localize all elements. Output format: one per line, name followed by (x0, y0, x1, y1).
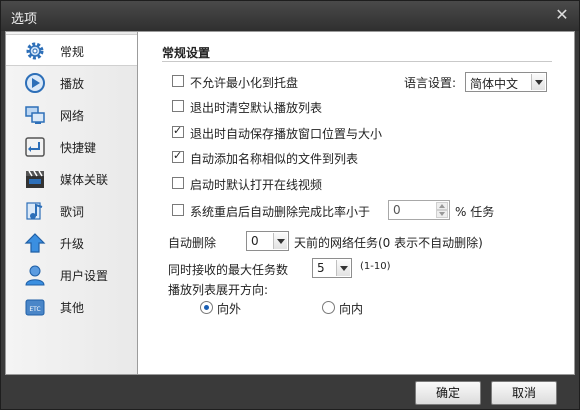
upgrade-arrow-icon (24, 233, 46, 253)
option-checkbox-save-window-position[interactable] (172, 124, 184, 138)
sidebar-item-network[interactable]: 网络 (6, 99, 137, 131)
playlist-direction-label: 播放列表展开方向: (168, 283, 269, 297)
user-icon (25, 265, 45, 286)
auto-delete-ratio-label: 系统重启后自动删除完成比率小于 (190, 205, 371, 219)
option-label: 退出时自动保存播放窗口位置与大小 (190, 127, 383, 141)
keyboard-enter-icon (25, 137, 45, 157)
sidebar-item-general[interactable]: 常规 (6, 34, 137, 66)
general-settings-panel: 常规设置 不允许最小化到托盘 语言设置: 简体中文 退出时清空默认播放列表 退出… (138, 32, 574, 374)
stepper-up-icon[interactable] (436, 202, 448, 210)
etc-icon: ETC (25, 299, 45, 316)
section-divider (162, 61, 552, 62)
close-icon[interactable]: ✕ (553, 6, 571, 24)
max-tasks-label: 同时接收的最大任务数 (168, 263, 289, 277)
chevron-down-icon[interactable] (531, 74, 545, 90)
option-label: 不允许最小化到托盘 (190, 76, 299, 90)
dialog-content: 常规 播放 网络 快捷键 媒体关联 歌词 升级 用户设置 ETC 其他 常规设置… (5, 31, 575, 375)
sidebar-item-upgrade[interactable]: 升级 (6, 227, 137, 259)
sidebar-item-label: 用户设置 (60, 269, 109, 283)
stepper-buttons (436, 202, 448, 218)
radio-outward[interactable] (200, 301, 213, 314)
sidebar-item-lyrics[interactable]: 歌词 (6, 195, 137, 227)
max-tasks-range: (1-10) (360, 261, 391, 272)
max-tasks-select[interactable]: 5 (312, 258, 352, 278)
sidebar-item-media-association[interactable]: 媒体关联 (6, 163, 137, 195)
network-icon (25, 106, 45, 124)
chevron-down-icon[interactable] (273, 233, 287, 249)
option-checkbox-auto-delete-ratio[interactable] (172, 204, 184, 216)
sidebar-item-label: 快捷键 (60, 141, 97, 155)
option-checkbox-open-online-video[interactable] (172, 177, 184, 189)
radio-inward-label: 向内 (339, 302, 364, 316)
radio-outward-label: 向外 (217, 302, 242, 316)
sidebar-item-hotkeys[interactable]: 快捷键 (6, 131, 137, 163)
option-label: 自动添加名称相似的文件到列表 (190, 152, 359, 166)
days-value: 0 (251, 234, 259, 248)
language-select[interactable]: 简体中文 (465, 72, 547, 92)
option-label: 启动时默认打开在线视频 (190, 178, 323, 192)
language-value: 简体中文 (470, 77, 519, 91)
music-note-icon (26, 202, 43, 220)
option-checkbox-add-similar-files[interactable] (172, 149, 184, 163)
sidebar-item-other[interactable]: ETC 其他 (6, 291, 137, 323)
chevron-down-icon[interactable] (336, 260, 350, 276)
section-title: 常规设置 (162, 46, 211, 60)
cancel-button[interactable]: 取消 (491, 381, 557, 405)
option-checkbox-clear-playlist[interactable] (172, 100, 184, 112)
play-icon (25, 73, 45, 93)
auto-delete-days-label: 自动删除 (168, 236, 217, 250)
sidebar-item-label: 升级 (60, 237, 85, 251)
sidebar-item-label: 常规 (60, 45, 85, 59)
option-checkbox-no-minimize-tray[interactable] (172, 75, 184, 87)
ratio-unit: % 任务 (455, 205, 495, 219)
language-label: 语言设置: (404, 76, 457, 90)
auto-delete-days-suffix: 天前的网络任务(0 表示不自动删除) (294, 236, 483, 250)
sidebar-item-label: 歌词 (60, 205, 85, 219)
sidebar-item-label: 媒体关联 (60, 173, 109, 187)
sidebar-item-label: 网络 (60, 109, 85, 123)
sidebar-item-label: 其他 (60, 301, 85, 315)
svg-text:ETC: ETC (29, 306, 40, 313)
ok-button[interactable]: 确定 (415, 381, 481, 405)
ratio-stepper[interactable]: 0 (388, 200, 450, 220)
film-clapper-icon (26, 170, 44, 188)
radio-inward[interactable] (322, 301, 335, 314)
gear-icon (26, 42, 44, 60)
auto-delete-days-select[interactable]: 0 (246, 231, 289, 251)
sidebar: 常规 播放 网络 快捷键 媒体关联 歌词 升级 用户设置 ETC 其他 (6, 32, 138, 374)
sidebar-item-user-settings[interactable]: 用户设置 (6, 259, 137, 291)
max-tasks-value: 5 (317, 261, 325, 275)
ratio-value: 0 (393, 203, 401, 217)
option-label: 退出时清空默认播放列表 (190, 101, 323, 115)
window-title: 选项 (11, 12, 38, 27)
stepper-down-icon[interactable] (436, 210, 448, 218)
options-dialog: 选项 ✕ 常规 播放 网络 快捷键 媒体关联 歌词 升级 用户设置 ETC 其他… (0, 0, 580, 410)
sidebar-item-play[interactable]: 播放 (6, 67, 137, 99)
sidebar-item-label: 播放 (60, 77, 85, 91)
title-bar: 选项 ✕ (1, 1, 579, 31)
dialog-footer: 确定 取消 (1, 377, 579, 409)
